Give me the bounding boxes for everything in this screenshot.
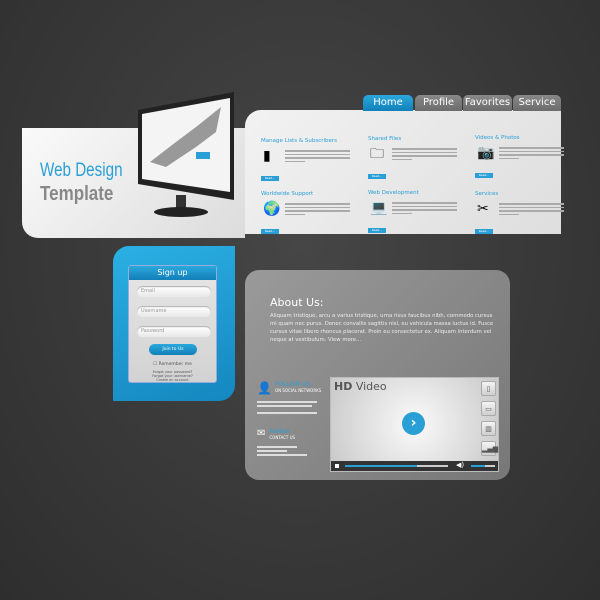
- hero-subtitle: Template: [40, 183, 114, 205]
- service-title: Manage Lists & Subscribers: [261, 138, 338, 144]
- join-button[interactable]: Join to Us: [149, 344, 197, 355]
- hd-label: HD: [334, 380, 353, 393]
- read-more-button[interactable]: Read...: [261, 229, 279, 234]
- service-description: [285, 203, 350, 217]
- tablet-pen-icon: ▮: [263, 148, 271, 164]
- screen-icon[interactable]: ▭: [481, 401, 496, 416]
- folder-icon: 🗀: [370, 146, 384, 162]
- user-add-icon: 👤: [257, 381, 272, 395]
- read-more-button[interactable]: Read...: [368, 228, 386, 233]
- remember-label: Remember me: [158, 362, 192, 367]
- service-title: Worldwide Support: [261, 191, 314, 197]
- monitor-illustration: [138, 92, 234, 217]
- create-account-link[interactable]: Create an account: [129, 378, 216, 382]
- read-more-button[interactable]: Read...: [475, 229, 493, 234]
- signup-form: Sign up Email Username Password Join to …: [128, 265, 217, 383]
- service-item: Videos & Photos 📷 Read...: [475, 135, 570, 185]
- chart-icon[interactable]: ▥: [481, 421, 496, 436]
- contact-subtitle: CONTACT US: [269, 435, 296, 440]
- username-input[interactable]: Username: [137, 306, 211, 317]
- contact-block: ✉ Adress CONTACT US: [257, 428, 327, 458]
- stop-icon[interactable]: [335, 464, 339, 468]
- globe-magnifier-icon: 🌍: [263, 201, 281, 217]
- hero-title: Web Design: [40, 160, 123, 181]
- video-title: HD Video: [334, 380, 387, 393]
- mobile-icon[interactable]: ▯: [481, 381, 496, 396]
- camera-icon: 📷: [477, 145, 495, 161]
- remember-checkbox[interactable]: ☐ Remember me: [129, 362, 216, 367]
- tab-profile[interactable]: Profile: [415, 95, 462, 111]
- read-more-button[interactable]: Read...: [475, 173, 493, 178]
- service-description: [285, 150, 350, 164]
- service-description: [499, 203, 564, 217]
- progress-slider[interactable]: [345, 465, 448, 467]
- service-item: Shared Files 🗀 Read...: [368, 136, 463, 186]
- video-label: Video: [355, 380, 387, 393]
- volume-icon[interactable]: ◀): [456, 461, 464, 469]
- video-player: HD Video › ▯ ▭ ▥ ▂▄▆ ◀): [330, 377, 499, 472]
- tab-home[interactable]: Home: [363, 95, 413, 111]
- volume-slider[interactable]: [471, 465, 495, 467]
- envelope-icon: ✉: [257, 428, 266, 439]
- service-item: Web Development 💻 Read...: [368, 190, 463, 240]
- read-more-button[interactable]: Read...: [368, 174, 386, 179]
- service-item: Manage Lists & Subscribers ▮ Read...: [261, 138, 356, 188]
- email-input[interactable]: Email: [137, 286, 211, 297]
- read-more-button[interactable]: Read...: [261, 176, 279, 181]
- service-title: Services: [475, 191, 499, 197]
- service-item: Services ✂ Read...: [475, 191, 570, 241]
- service-item: Worldwide Support 🌍 Read...: [261, 191, 356, 241]
- tab-service[interactable]: Service: [513, 95, 561, 111]
- signup-title: Sign up: [129, 266, 216, 280]
- signal-icon[interactable]: ▂▄▆: [481, 441, 498, 456]
- video-controls: ◀): [331, 461, 498, 471]
- service-description: [392, 148, 457, 162]
- about-text: Aliquam tristique, arcu a varius tristiq…: [270, 313, 494, 343]
- password-input[interactable]: Password: [137, 326, 211, 337]
- about-title: About Us:: [270, 296, 324, 309]
- social-block: 👤 FOLLOW US ON SOCIAL NETWORKS: [257, 381, 327, 416]
- laptop-icon: 💻: [370, 200, 388, 216]
- service-description: [392, 202, 457, 216]
- service-title: Videos & Photos: [475, 135, 520, 141]
- tab-favorites[interactable]: Favorites: [463, 95, 512, 111]
- service-title: Shared Files: [368, 136, 402, 142]
- service-title: Web Development: [368, 190, 419, 196]
- tools-icon: ✂: [477, 201, 489, 217]
- contact-title: Adress: [269, 428, 290, 435]
- service-description: [499, 147, 564, 161]
- play-button[interactable]: ›: [402, 412, 425, 435]
